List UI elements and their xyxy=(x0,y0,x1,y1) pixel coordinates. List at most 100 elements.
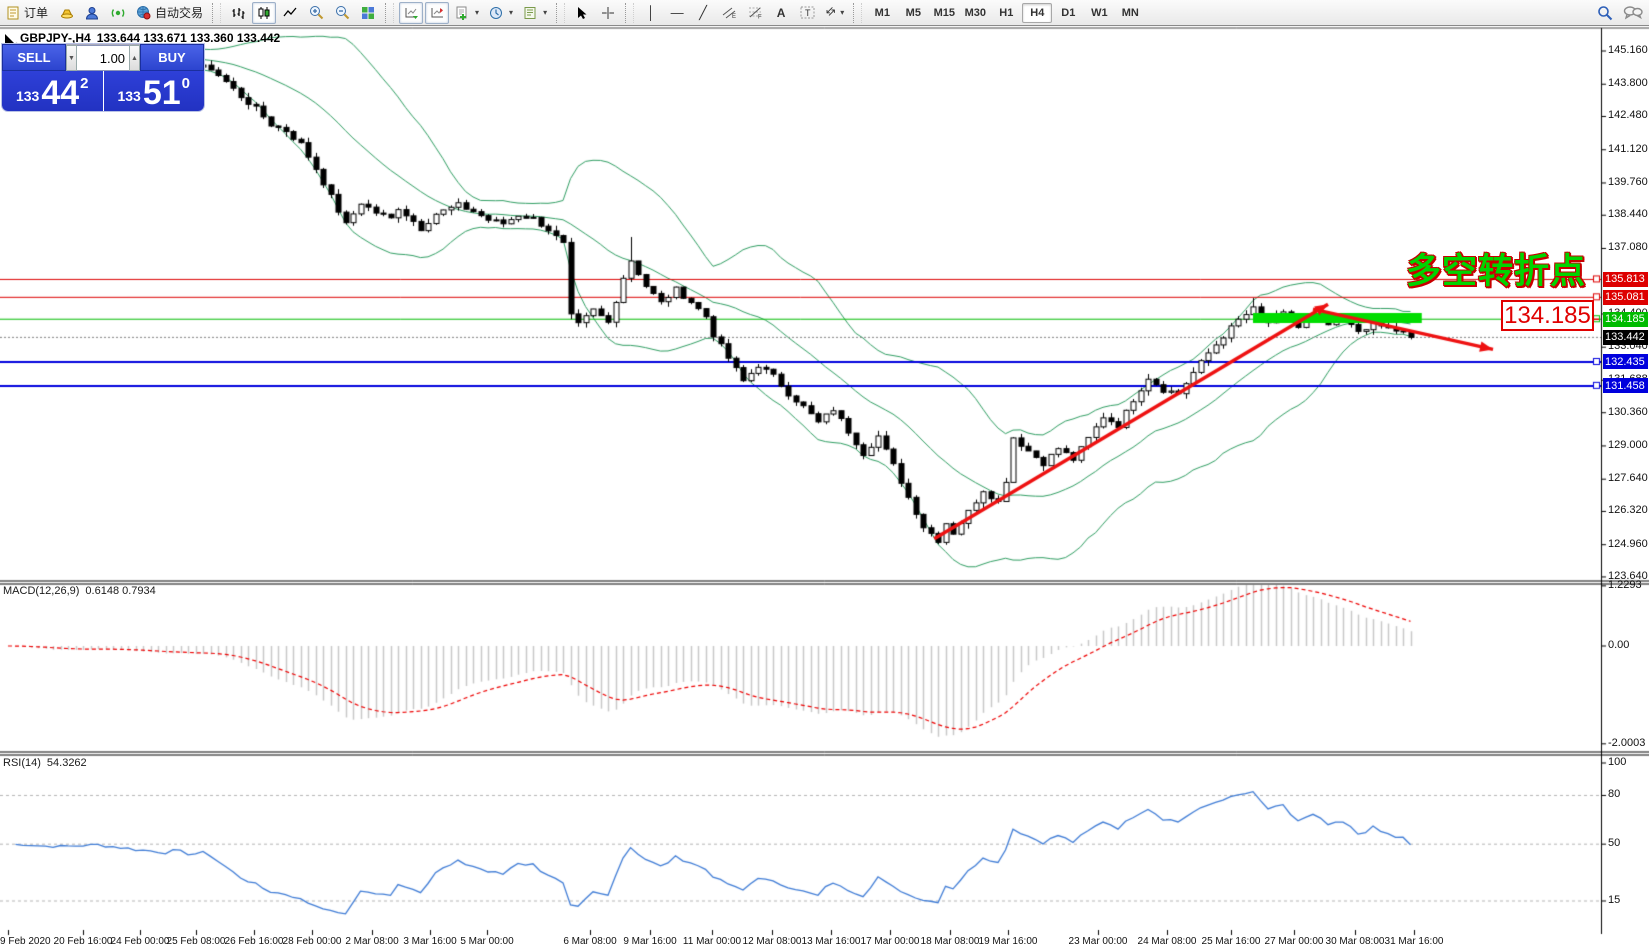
rsi-pane-divider[interactable] xyxy=(0,751,1649,757)
timeframe-h4-button[interactable]: H4 xyxy=(1022,3,1052,23)
timeframe-h1-button[interactable]: H1 xyxy=(991,3,1021,23)
time-axis-label: 11 Mar 00:00 xyxy=(683,936,741,947)
price-level-badge: 135.813 xyxy=(1603,272,1648,287)
chat-icon xyxy=(1623,5,1643,20)
crosshair-button[interactable] xyxy=(596,2,620,24)
horizontal-line-button[interactable]: — xyxy=(665,2,689,24)
cursor-button[interactable] xyxy=(570,2,594,24)
zoom-out-button[interactable] xyxy=(330,2,354,24)
new-order-button[interactable]: 订单 xyxy=(2,2,52,24)
text-label-button[interactable]: T xyxy=(795,2,819,24)
time-axis-label: 12 Mar 08:00 xyxy=(743,936,802,947)
price-tick-label: 130.360 xyxy=(1608,406,1648,418)
toolbar-grip[interactable] xyxy=(625,3,634,23)
signals-button[interactable] xyxy=(106,2,130,24)
price-level-badge: 131.458 xyxy=(1603,378,1648,393)
symbol-period-label: GBPJPY-,H4 xyxy=(20,31,91,45)
fibonacci-button[interactable]: F xyxy=(743,2,767,24)
buy-price-display[interactable]: 133 51 0 xyxy=(104,71,205,111)
order-icon xyxy=(6,6,20,20)
macd-scale-label: 0.00 xyxy=(1608,639,1629,651)
auto-scroll-icon xyxy=(404,6,419,19)
time-axis-label: 9 Feb 2020 xyxy=(0,936,51,947)
templates-button[interactable] xyxy=(519,2,551,24)
chart-plot-area[interactable] xyxy=(0,0,1649,949)
price-tick-label: 141.120 xyxy=(1608,143,1648,155)
profiles-button[interactable] xyxy=(485,2,517,24)
timeframe-mn-button[interactable]: MN xyxy=(1115,3,1145,23)
candlestick-chart-button[interactable] xyxy=(252,2,276,24)
time-axis-label: 2 Mar 08:00 xyxy=(345,936,398,947)
price-tick-label: 142.480 xyxy=(1608,109,1648,121)
volume-decrease-button[interactable]: ▼ xyxy=(66,45,77,71)
zoom-in-button[interactable] xyxy=(304,2,328,24)
time-axis-label: 25 Feb 08:00 xyxy=(167,936,226,947)
volume-increase-button[interactable]: ▲ xyxy=(129,45,140,71)
price-level-annotation: 134.185 xyxy=(1501,300,1594,331)
toolbar-grip[interactable] xyxy=(385,3,394,23)
time-axis-label: 18 Mar 08:00 xyxy=(921,936,980,947)
sell-button[interactable]: SELL xyxy=(2,44,66,71)
new-chart-button[interactable] xyxy=(451,2,483,24)
autotrade-globe-icon xyxy=(136,5,151,20)
time-axis-label: 17 Mar 00:00 xyxy=(861,936,920,947)
price-tick-label: 145.160 xyxy=(1608,44,1648,56)
time-axis-label: 30 Mar 08:00 xyxy=(1326,936,1385,947)
time-axis-label: 24 Mar 08:00 xyxy=(1138,936,1197,947)
rsi-scale-label: 50 xyxy=(1608,837,1620,849)
svg-text:F: F xyxy=(758,15,762,20)
rsi-scale-label: 15 xyxy=(1608,894,1620,906)
timeframe-d1-button[interactable]: D1 xyxy=(1053,3,1083,23)
autotrading-button[interactable]: 自动交易 xyxy=(132,2,207,24)
turning-point-annotation: 多空转折点 xyxy=(1406,243,1586,294)
timeframe-w1-button[interactable]: W1 xyxy=(1084,3,1114,23)
line-chart-icon xyxy=(283,6,297,20)
svg-text:T: T xyxy=(805,8,811,18)
timeframe-m5-button[interactable]: M5 xyxy=(898,3,928,23)
macd-pane-divider[interactable] xyxy=(0,579,1649,585)
timeframe-m1-button[interactable]: M1 xyxy=(867,3,897,23)
text-button[interactable]: A xyxy=(769,2,793,24)
line-chart-button[interactable] xyxy=(278,2,302,24)
one-click-trading-panel: SELL ▼ ▲ BUY 133 44 2 133 51 0 xyxy=(2,44,204,111)
timeframe-m15-button[interactable]: M15 xyxy=(929,3,959,23)
auto-scroll-button[interactable] xyxy=(399,2,423,24)
sell-price-display[interactable]: 133 44 2 xyxy=(2,71,103,111)
time-axis-label: 9 Mar 16:00 xyxy=(623,936,676,947)
chat-button[interactable] xyxy=(1619,2,1647,24)
chart-shift-button[interactable] xyxy=(425,2,449,24)
price-tick-label: 137.080 xyxy=(1608,241,1648,253)
price-tick-label: 138.440 xyxy=(1608,208,1648,220)
trendline-button[interactable]: ╱ xyxy=(691,2,715,24)
crosshair-icon xyxy=(601,6,615,20)
buy-button[interactable]: BUY xyxy=(140,44,204,71)
rsi-scale-label: 80 xyxy=(1608,788,1620,800)
current-price-badge: 133.442 xyxy=(1603,330,1648,345)
zoom-in-icon xyxy=(309,5,324,20)
zoom-out-icon xyxy=(335,5,350,20)
tile-windows-button[interactable] xyxy=(356,2,380,24)
price-tick-label: 143.800 xyxy=(1608,77,1648,89)
signal-icon xyxy=(110,6,126,20)
time-axis-label: 24 Feb 00:00 xyxy=(111,936,170,947)
arrows-button[interactable]: ⇵ xyxy=(821,2,848,24)
price-level-badge: 134.185 xyxy=(1603,312,1648,327)
vertical-line-button[interactable]: │ xyxy=(639,2,663,24)
toolbar-grip[interactable] xyxy=(212,3,221,23)
trendline-icon: ╱ xyxy=(699,6,707,19)
market-watch-button[interactable] xyxy=(54,2,78,24)
channel-button[interactable]: E xyxy=(717,2,741,24)
cursor-icon xyxy=(576,6,588,20)
one-click-toggle-icon[interactable] xyxy=(5,34,14,43)
data-window-button[interactable] xyxy=(80,2,104,24)
macd-scale-label: -2.0003 xyxy=(1608,737,1645,749)
volume-input[interactable] xyxy=(77,45,129,71)
bar-chart-button[interactable] xyxy=(226,2,250,24)
toolbar-grip[interactable] xyxy=(556,3,565,23)
text-icon: A xyxy=(777,7,786,19)
search-icon-button[interactable] xyxy=(1593,2,1617,24)
toolbar-grip[interactable] xyxy=(853,3,862,23)
timeframe-m30-button[interactable]: M30 xyxy=(960,3,990,23)
time-axis-label: 5 Mar 00:00 xyxy=(460,936,513,947)
bar-chart-icon xyxy=(231,6,245,20)
